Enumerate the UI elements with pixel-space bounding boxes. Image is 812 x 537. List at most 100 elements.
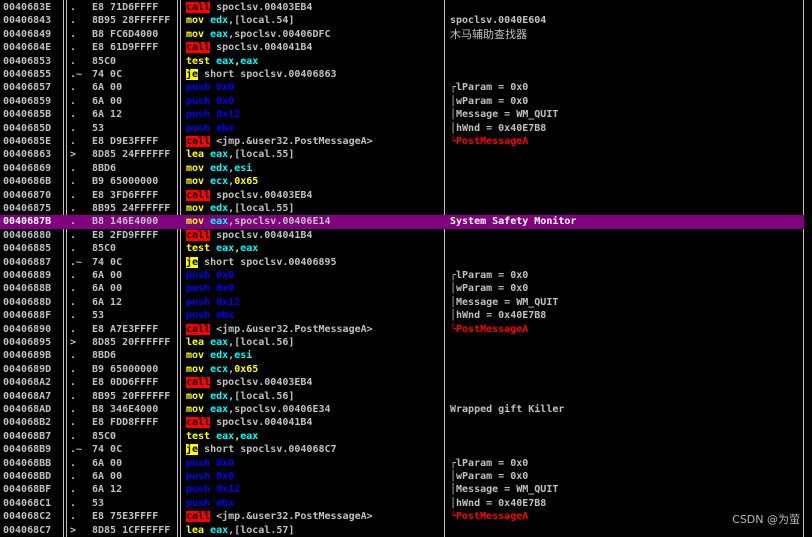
mnemonic-keyword: call: [186, 377, 211, 389]
disasm-row[interactable]: 00406889. 6A 00 push 0x0 ┌lParam = 0x0: [0, 269, 804, 282]
flow-marker: .: [70, 283, 77, 295]
flow-marker: >: [70, 149, 77, 161]
disasm-row[interactable]: 004068B9 .~ 74 0C je short spoclsv.004068C7: [0, 443, 804, 456]
disasm-row[interactable]: 0040683E. E8 71D6FFFF call spoclsv.00403EB…: [0, 1, 804, 14]
disasm-row[interactable]: 00406895 >8D85 20FFFFFF lea eax,[local.56]: [0, 336, 804, 349]
disasm-row[interactable]: 004068B7. 85C0 test eax,eax: [0, 430, 804, 443]
disasm-row[interactable]: 004068C7 >8D85 1CFFFFFF lea eax,[local.57]: [0, 524, 804, 537]
disasm-row[interactable]: 004068B2. E8 FDD8FFFF call spoclsv.004041B…: [0, 416, 804, 429]
comment-cell: [450, 376, 802, 389]
disasm-row[interactable]: 0040685B. 6A 12 push 0x12 │Message = WM_QUI…: [0, 108, 804, 121]
hex-dump-cell: 74 0C: [92, 69, 123, 80]
disasm-row[interactable]: 004068C1. 53 push ebx │hWnd = 0x40E7B8: [0, 497, 804, 510]
mnemonic: mov eax,spoclsv.00406E34: [185, 403, 332, 416]
disasm-row[interactable]: 00406853. 85C0 test eax,eax: [0, 55, 804, 68]
mnemonic: mov ecx,0x65: [185, 175, 259, 188]
operand: spoclsv.00403EB4: [216, 2, 313, 13]
flow-marker: .: [70, 377, 77, 389]
mnemonic-keyword: push: [186, 109, 211, 121]
disasm-row[interactable]: 00406890. E8 A7E3FFFF call <jmp.&user32.Po…: [0, 323, 804, 336]
address-cell: 0040683E: [3, 2, 52, 13]
disasm-row[interactable]: 004068AD. B8 346E4000 mov eax,spoclsv.0040…: [0, 403, 804, 416]
disasm-row[interactable]: 0040684E. E8 61D9FFFF call spoclsv.004041B…: [0, 41, 804, 54]
mnemonic: lea eax,[local.57]: [185, 524, 295, 537]
address-cell: 00406849: [3, 28, 52, 40]
hex-dump-cell: 8B95 28FFFFFF: [92, 15, 171, 27]
disasm-row[interactable]: 00406857. 6A 00 push 0x0 ┌lParam = 0x0: [0, 81, 804, 94]
disasm-row[interactable]: 00406869. 8BD6 mov edx,esi: [0, 162, 804, 175]
address-cell: 004068B7: [3, 430, 52, 442]
disasm-row[interactable]: 00406870. E8 3FD6FFFF call spoclsv.00403EB…: [0, 189, 804, 202]
disasm-row[interactable]: 004068A7. 8B95 20FFFFFF mov edx,[local.56]: [0, 390, 804, 403]
flow-marker: .: [70, 417, 77, 429]
address-cell: 00406875: [3, 203, 52, 214]
disasm-row[interactable]: 00406875. 8B95 24FFFFFF mov edx,[local.55]: [0, 202, 804, 215]
comment-cell: │wParam = 0x0: [450, 283, 529, 295]
disasm-row[interactable]: 0040685E. E8 D9E3FFFF call <jmp.&user32.Po…: [0, 135, 804, 148]
disasm-row[interactable]: 0040688B. 6A 00 push 0x0 │wParam = 0x0: [0, 282, 804, 295]
flow-marker: .~: [70, 256, 83, 268]
mnemonic: mov edx,[local.54]: [185, 14, 295, 27]
operand: edx,esi: [210, 350, 253, 362]
address-cell: 004068C1: [3, 497, 52, 509]
disasm-row[interactable]: 0040687B. B8 146E4000 mov eax,spoclsv.0040…: [0, 215, 804, 229]
disasm-row[interactable]: 00406863 >8D85 24FFFFFF lea eax,[local.55]: [0, 148, 804, 161]
hex-dump-cell: 8D85 1CFFFFFF: [92, 524, 171, 536]
mnemonic-keyword: call: [186, 2, 211, 13]
mnemonic: je short spoclsv.00406895: [185, 256, 338, 269]
disasm-row[interactable]: 0040686B. B9 65000000 mov ecx,0x65: [0, 175, 804, 188]
mnemonic-keyword: mov: [186, 363, 205, 375]
disassembly-pane[interactable]: 0040683E. E8 71D6FFFF call spoclsv.00403EB…: [0, 0, 812, 537]
hex-dump-cell: 6A 12: [92, 109, 123, 121]
hex-dump-cell: 6A 12: [92, 484, 123, 496]
operand: ebx: [216, 310, 235, 322]
disasm-row[interactable]: 004068A2. E8 0DD6FFFF call spoclsv.00403EB…: [0, 376, 804, 389]
disasm-row[interactable]: 0040688F. 53 push ebx │hWnd = 0x40E7B8: [0, 309, 804, 322]
hex-dump-cell: E8 A7E3FFFF: [92, 323, 159, 335]
disasm-row[interactable]: 004068BD. 6A 00 push 0x0 │wParam = 0x0: [0, 470, 804, 483]
address-cell: 00406859: [3, 95, 52, 107]
hex-dump-cell: E8 71D6FFFF: [92, 2, 159, 13]
disasm-row[interactable]: 004068C2. E8 75E3FFFF call <jmp.&user32.Po…: [0, 510, 804, 523]
comment-cell: [450, 256, 802, 269]
mnemonic: mov edx,[local.55]: [185, 202, 295, 215]
flow-marker: .: [70, 390, 77, 402]
disasm-row[interactable]: 0040689D. B9 65000000 mov ecx,0x65: [0, 363, 804, 376]
disasm-row[interactable]: 004068BF. 6A 12 push 0x12 │Message = WM_QUI…: [0, 483, 804, 496]
disasm-row[interactable]: 00406880. E8 2FD9FFFF call spoclsv.004041B…: [0, 229, 804, 242]
mnemonic: call <jmp.&user32.PostMessageA>: [185, 323, 374, 336]
address-cell: 0040688B: [3, 283, 52, 295]
flow-marker: .~: [70, 444, 83, 456]
disasm-row[interactable]: 0040688D. 6A 12 push 0x12 │Message = WM_QUI…: [0, 296, 804, 309]
disasm-row[interactable]: 0040689B. 8BD6 mov edx,esi: [0, 349, 804, 362]
disasm-row[interactable]: 00406859. 6A 00 push 0x0 │wParam = 0x0: [0, 95, 804, 108]
flow-marker: .: [70, 310, 77, 322]
disasm-row[interactable]: 004068BB. 6A 00 push 0x0 ┌lParam = 0x0: [0, 457, 804, 470]
disasm-row[interactable]: 00406843. 8B95 28FFFFFF mov edx,[local.54]…: [0, 14, 804, 27]
disasm-row[interactable]: 00406855 .~ 74 0C je short spoclsv.00406863: [0, 68, 804, 81]
address-cell: 00406887: [3, 256, 52, 268]
flow-marker: .: [70, 55, 77, 67]
operand: short spoclsv.00406895: [204, 256, 337, 268]
comment-cell: │hWnd = 0x40E7B8: [450, 310, 547, 322]
mnemonic: push 0x0: [185, 95, 235, 108]
flow-marker: .: [70, 162, 77, 174]
mnemonic-keyword: mov: [186, 404, 205, 415]
mnemonic: push ebx: [185, 122, 235, 135]
mnemonic-keyword: test: [186, 430, 211, 442]
disasm-row[interactable]: 00406887 .~ 74 0C je short spoclsv.00406895: [0, 256, 804, 269]
hex-dump-cell: 85C0: [92, 55, 117, 67]
address-cell: 00406855: [3, 69, 52, 80]
mnemonic-keyword: push: [186, 82, 211, 94]
disasm-row[interactable]: 0040685D. 53 push ebx │hWnd = 0x40E7B8: [0, 122, 804, 135]
disasm-row[interactable]: 00406849. B8 FC6D4000 mov eax,spoclsv.0040…: [0, 28, 804, 41]
mnemonic: je short spoclsv.004068C7: [185, 443, 338, 456]
comment-cell: ┌lParam = 0x0: [450, 457, 529, 469]
address-cell: 00406857: [3, 82, 52, 94]
address-cell: 00406870: [3, 189, 52, 201]
address-cell: 00406843: [3, 15, 52, 27]
hex-dump-cell: E8 2FD9FFFF: [92, 229, 159, 241]
disasm-row[interactable]: 00406885. 85C0 test eax,eax: [0, 242, 804, 255]
operand: spoclsv.00403EB4: [216, 189, 313, 201]
address-cell: 0040689B: [3, 350, 52, 362]
